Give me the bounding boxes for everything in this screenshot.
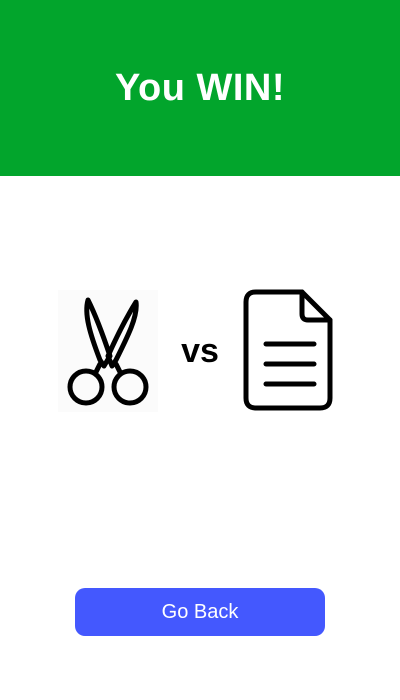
result-banner: You WIN!	[0, 0, 400, 176]
result-title: You WIN!	[114, 66, 286, 109]
game-result-screen: You WIN! vs Go Back	[0, 0, 400, 700]
scissors-icon	[58, 290, 158, 412]
vs-label: vs	[181, 332, 219, 370]
matchup-area: vs	[0, 286, 400, 416]
paper-document-icon	[243, 289, 333, 411]
opponent-choice	[238, 286, 342, 416]
player-choice	[58, 290, 158, 412]
go-back-button[interactable]: Go Back	[75, 588, 325, 636]
